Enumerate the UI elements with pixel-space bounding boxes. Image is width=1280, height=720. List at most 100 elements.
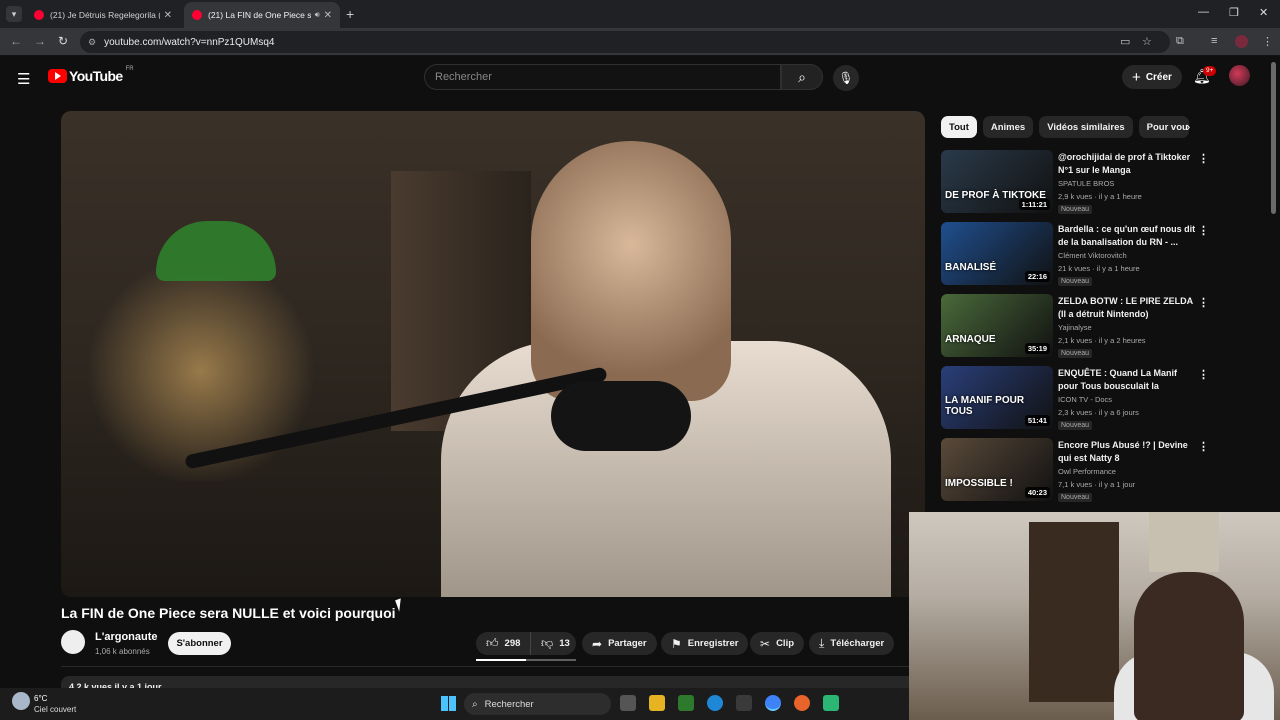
browser-tab-2[interactable]: (21) La FIN de One Piece se 🔊︎ ✕	[184, 2, 340, 28]
new-badge: Nouveau	[1058, 277, 1093, 286]
bookmark-icon: ⚑	[671, 636, 682, 651]
search-input[interactable]: Rechercher	[424, 64, 781, 90]
firefox-icon[interactable]	[794, 695, 810, 711]
recommendation-channel[interactable]: Owl Performance	[1058, 467, 1116, 476]
like-button[interactable]: 👍︎ 298	[476, 632, 530, 655]
recommendation-item[interactable]: LA MANIF POUR TOUS 51:41 ENQUÊTE : Quand L…	[941, 366, 1211, 432]
like-count: 298	[504, 638, 521, 649]
video-thumbnail[interactable]: LA MANIF POUR TOUS 51:41	[941, 366, 1053, 429]
browser-profile-avatar[interactable]	[1235, 35, 1248, 48]
download-label: Télécharger	[830, 638, 885, 649]
chip-all[interactable]: Tout	[941, 116, 977, 138]
recommendation-channel[interactable]: ICON TV - Docs	[1058, 395, 1112, 404]
more-options-icon[interactable]: ⋮	[1198, 440, 1209, 453]
video-thumbnail[interactable]: IMPOSSIBLE ! 40:23	[941, 438, 1053, 501]
back-icon[interactable]: ←	[10, 34, 22, 48]
webcam-poster	[1149, 512, 1219, 572]
webcam-overlay	[909, 512, 1280, 720]
clip-button[interactable]: ✂ Clip	[750, 632, 805, 655]
recommendation-item[interactable]: IMPOSSIBLE ! 40:23 Encore Plus Abusé !? | …	[941, 438, 1211, 504]
recommendation-channel[interactable]: Yajinalyse	[1058, 323, 1092, 332]
close-window-icon[interactable]: ✕	[1259, 6, 1268, 19]
nvidia-icon[interactable]	[678, 695, 694, 711]
channel-name[interactable]: L'argonaute	[95, 631, 158, 643]
tab-search-icon[interactable]: ▾	[6, 6, 22, 22]
browser-tab-title: (21) Je Détruis Regelegorila (ne	[50, 10, 160, 20]
forward-icon[interactable]: →	[34, 34, 46, 48]
task-view-icon[interactable]	[620, 695, 636, 711]
video-frame-lamp	[156, 221, 276, 281]
restore-icon[interactable]: ❐	[1229, 6, 1239, 19]
store-icon[interactable]	[736, 695, 752, 711]
recommendation-title[interactable]: Bardella : ce qu'un œuf nous dit de la b…	[1058, 223, 1198, 249]
mic-icon[interactable]: 🎙︎	[833, 65, 859, 91]
subscriber-count: 1,06 k abonnés	[95, 647, 150, 656]
address-bar[interactable]: ⚙ youtube.com/watch?v=nnPz1QUMsq4	[80, 31, 1170, 53]
channel-avatar[interactable]	[61, 630, 85, 654]
recommendation-channel[interactable]: SPATULE BROS	[1058, 179, 1114, 188]
save-button[interactable]: ⚑ Enregistrer	[661, 632, 749, 655]
weather-icon[interactable]	[12, 692, 30, 710]
page-scrollbar[interactable]	[1271, 62, 1276, 214]
video-duration: 40:23	[1024, 487, 1050, 498]
chevron-right-icon[interactable]: ›	[1186, 119, 1190, 134]
share-label: Partager	[608, 638, 647, 649]
recommendation-title[interactable]: ZELDA BOTW : LE PIRE ZELDA (Il a détruit…	[1058, 295, 1198, 321]
chip-animes[interactable]: Animes	[982, 116, 1034, 138]
site-info-icon[interactable]: ⚙	[88, 37, 96, 48]
create-button[interactable]: + Créer	[1122, 65, 1182, 89]
youtube-play-icon	[48, 69, 67, 83]
file-explorer-icon[interactable]	[649, 695, 665, 711]
youtube-favicon-icon	[34, 10, 44, 20]
recommendation-meta: 2,1 k vues · il y a 2 heures	[1058, 336, 1146, 345]
close-tab-icon[interactable]: ✕	[164, 10, 172, 21]
recommendation-title[interactable]: Encore Plus Abusé !? | Devine qui est Na…	[1058, 439, 1198, 465]
kebab-menu-icon[interactable]: ⋮	[1262, 35, 1273, 48]
chip-for-you[interactable]: Pour vou	[1138, 116, 1189, 138]
media-controls-icon[interactable]: ≡	[1211, 35, 1217, 47]
share-button[interactable]: ➦ Partager	[582, 632, 657, 655]
minimize-icon[interactable]: —	[1198, 6, 1209, 18]
dislike-button[interactable]: 👎︎ 13	[530, 632, 576, 655]
more-options-icon[interactable]: ⋮	[1198, 152, 1209, 165]
video-thumbnail[interactable]: ARNAQUE 35:19	[941, 294, 1053, 357]
close-tab-icon[interactable]: ✕	[324, 10, 332, 21]
search-icon[interactable]: ⌕	[781, 64, 823, 90]
recommendation-item[interactable]: BANALISÉ 22:16 Bardella : ce qu'un œuf nou…	[941, 222, 1211, 288]
browser-tab-1[interactable]: (21) Je Détruis Regelegorila (ne ✕	[26, 2, 180, 28]
video-thumbnail[interactable]: DE PROF À TIKTOKE 1:11:21	[941, 150, 1053, 213]
reload-icon[interactable]: ↻	[58, 34, 68, 48]
more-options-icon[interactable]: ⋮	[1198, 224, 1209, 237]
recommendation-item[interactable]: DE PROF À TIKTOKE 1:11:21 @orochijidai de …	[941, 150, 1211, 216]
download-icon: ⤓	[819, 636, 825, 650]
hamburger-icon[interactable]: ☰	[17, 70, 30, 88]
recommendation-title[interactable]: ENQUÊTE : Quand La Manif pour Tous bousc…	[1058, 367, 1198, 393]
scissors-icon: ✂	[760, 636, 771, 651]
video-player[interactable]	[61, 111, 925, 597]
create-label: Créer	[1145, 71, 1172, 83]
account-avatar[interactable]	[1229, 65, 1250, 86]
youtube-logo[interactable]: YouTube FR	[48, 66, 134, 84]
subscribe-button[interactable]: S'abonner	[168, 632, 231, 655]
edge-icon[interactable]	[707, 695, 723, 711]
weather-temperature[interactable]: 6°C	[34, 694, 47, 703]
app-icon[interactable]	[823, 695, 839, 711]
recommendation-channel[interactable]: Clément Viktorovitch	[1058, 251, 1127, 260]
extensions-icon[interactable]: ⧉	[1176, 35, 1184, 48]
video-thumbnail[interactable]: BANALISÉ 22:16	[941, 222, 1053, 285]
chrome-icon[interactable]	[765, 695, 781, 711]
speaker-icon[interactable]: 🔊︎	[315, 10, 320, 20]
taskbar-search[interactable]: ⌕ Rechercher	[464, 693, 611, 715]
cast-icon[interactable]: ▭	[1120, 35, 1130, 48]
new-tab-button[interactable]: +	[346, 6, 354, 22]
recommendation-item[interactable]: ARNAQUE 35:19 ZELDA BOTW : LE PIRE ZELDA (…	[941, 294, 1211, 360]
weather-description[interactable]: Ciel couvert	[34, 705, 76, 714]
chip-similar[interactable]: Vidéos similaires	[1039, 116, 1133, 138]
more-options-icon[interactable]: ⋮	[1198, 296, 1209, 309]
more-options-icon[interactable]: ⋮	[1198, 368, 1209, 381]
download-button[interactable]: ⤓ Télécharger	[809, 632, 895, 655]
bookmark-star-icon[interactable]: ☆	[1142, 35, 1152, 48]
recommendation-title[interactable]: @orochijidai de prof à Tiktoker N°1 sur …	[1058, 151, 1198, 177]
recommendation-meta: 21 k vues · il y a 1 heure	[1058, 264, 1140, 273]
windows-start-icon[interactable]	[441, 696, 456, 711]
